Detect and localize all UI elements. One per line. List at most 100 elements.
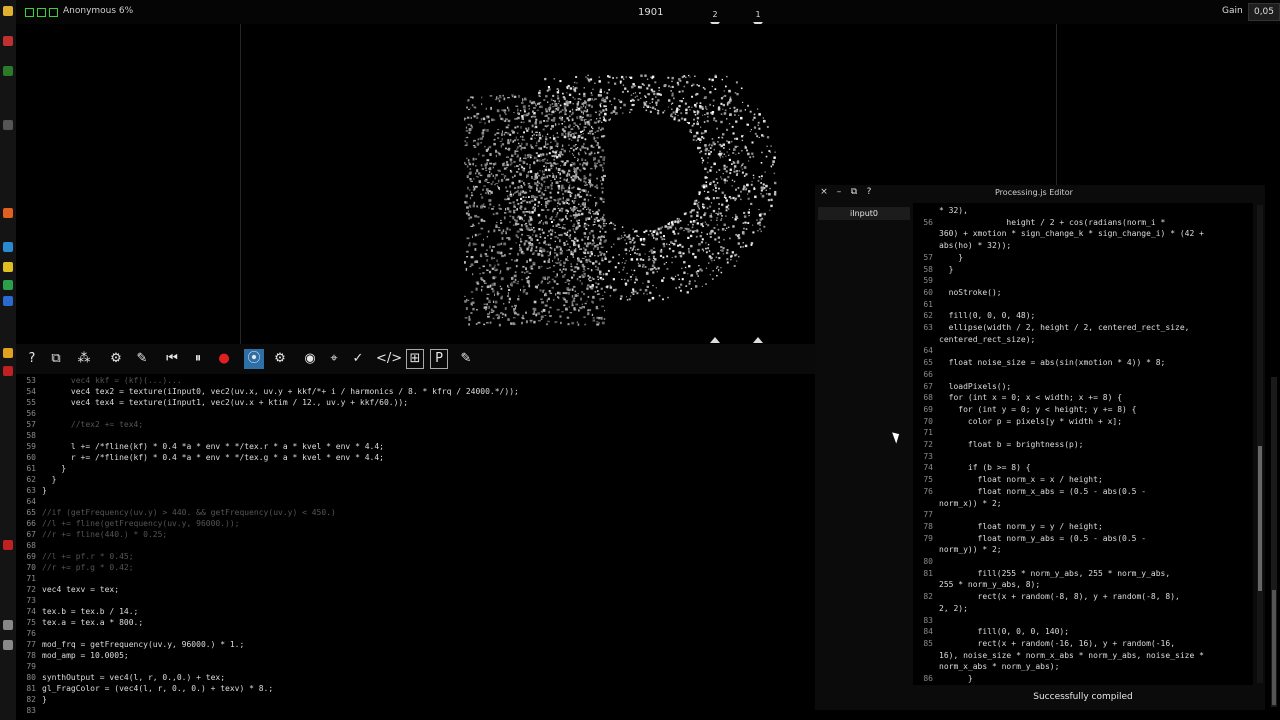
code-line: 76 float norm_x_abs = (0.5 - abs(0.5 - [913, 486, 1253, 497]
line-text: vec4 kkf = (kf)(...)... [42, 376, 182, 385]
line-text: } [939, 252, 964, 262]
line-text: } [42, 695, 47, 704]
app-icon[interactable] [3, 36, 13, 46]
line-number: 58 [923, 264, 933, 274]
line-text: //if (getFrequency(uv.y) > 440. && getFr… [42, 508, 336, 517]
line-text: vec4 tex2 = texture(iInput0, vec2(uv.x, … [42, 387, 519, 396]
skip-back-icon[interactable]: ⏮ [162, 349, 182, 369]
code-icon[interactable]: </> [376, 349, 402, 369]
code-line: 66 //l += fline(getFrequency(uv.y, 96000.… [16, 518, 239, 529]
app-icon[interactable] [3, 348, 13, 358]
windows-icon[interactable]: ⧉ [46, 349, 66, 369]
line-number: 54 [26, 387, 36, 396]
code-line: 63 ellipse(width / 2, height / 2, center… [913, 322, 1253, 333]
window-toggle-icon[interactable] [25, 8, 34, 17]
code-line: 58 [16, 430, 42, 441]
toolbar: ? ⧉ ⁂ ⚙ ✎ ⏮ ⏸ ● ⦿ ⚙ ◉ ⌖ ✓ </> ⊞ P ✎ [16, 344, 816, 374]
add-icon[interactable]: ⊞ [406, 349, 424, 369]
line-text: //r += pf.g * 0.42; [42, 563, 134, 572]
help-icon[interactable]: ? [863, 186, 875, 198]
line-number: 69 [923, 404, 933, 414]
code-line: 70 //r += pf.g * 0.42; [16, 562, 134, 573]
app-icon[interactable] [3, 296, 13, 306]
window-toggle-icon[interactable] [37, 8, 46, 17]
settings-icon[interactable]: ⚙ [270, 349, 290, 369]
line-text: } [939, 264, 954, 274]
line-text: norm_x_abs * norm_y_abs); [939, 662, 1060, 672]
code-line: 75 tex.a = tex.a * 800.; [16, 617, 143, 628]
restore-icon[interactable]: ⧉ [848, 186, 860, 198]
line-text: 2, 2); [939, 603, 968, 613]
gear-icon[interactable]: ⚙ [106, 349, 126, 369]
app-icon[interactable] [3, 262, 13, 272]
line-text: mod_frq = getFrequency(uv.y, 96000.) * 1… [42, 640, 245, 649]
scrollbar-thumb[interactable] [1272, 590, 1276, 705]
check-icon[interactable]: ✓ [348, 349, 368, 369]
code-line: 83 [913, 615, 1253, 626]
code-line: 58 } [913, 264, 1253, 275]
code-line: 81 gl_FragColor = (vec4(l, r, 0., 0.) + t… [16, 683, 273, 694]
tab-iinput0[interactable]: iInput0 [818, 207, 910, 220]
line-text: float norm_y_abs = (0.5 - abs(0.5 - [939, 533, 1147, 543]
code-line: 62 fill(0, 0, 0, 48); [913, 310, 1253, 321]
scrollbar-thumb[interactable] [1258, 446, 1262, 591]
close-icon[interactable]: × [818, 186, 830, 198]
marker-handle-icon[interactable] [753, 337, 763, 343]
code-line: 72 vec4 texv = tex; [16, 584, 119, 595]
record-icon[interactable]: ● [214, 349, 234, 369]
code-line: 79 [16, 661, 42, 672]
firefox-icon[interactable] [3, 208, 13, 218]
code-line: 78 float norm_y = y / height; [913, 521, 1253, 532]
brush-icon[interactable]: ✎ [132, 349, 152, 369]
line-number: 82 [26, 695, 36, 704]
code-line: 16), noise_size * norm_x_abs * norm_y_ab… [913, 650, 1253, 661]
app-icon[interactable] [3, 280, 13, 290]
line-number: 73 [923, 451, 933, 461]
line-text: } [42, 486, 47, 495]
code-line: 74 tex.b = tex.b / 14.; [16, 606, 138, 617]
code-line: * 32), [913, 205, 1253, 216]
processing-code[interactable]: * 32), 56 height / 2 + cos(radians(norm_i… [913, 203, 1253, 685]
line-text: //l += pf.r * 0.45; [42, 552, 134, 561]
status-message: Successfully compiled [1033, 692, 1133, 702]
app-icon[interactable] [3, 120, 13, 130]
app-icon[interactable] [3, 66, 13, 76]
people-icon[interactable]: ⁂ [74, 349, 94, 369]
processing-icon[interactable]: P [430, 349, 448, 369]
volume-icon[interactable] [3, 640, 13, 650]
waveform-icon[interactable]: ⦿ [244, 349, 264, 369]
line-text: float b = brightness(p); [939, 440, 1084, 449]
minimize-icon[interactable]: – [833, 186, 845, 198]
app-icon[interactable] [3, 540, 13, 550]
app-icon[interactable] [3, 242, 13, 252]
app-icon[interactable] [3, 620, 13, 630]
line-number: 68 [26, 541, 36, 550]
app-icon[interactable] [3, 366, 13, 376]
line-number: 56 [923, 217, 933, 227]
marker-handle-icon[interactable] [710, 337, 720, 343]
app-icon[interactable] [3, 6, 13, 16]
brush-icon[interactable]: ✎ [456, 349, 476, 369]
code-line: 59 [913, 275, 1253, 286]
line-number: 56 [26, 409, 36, 418]
code-line: 72 float b = brightness(p); [913, 439, 1253, 450]
gain-input[interactable]: 0,05 [1248, 3, 1280, 21]
scrollbar[interactable] [1257, 205, 1263, 683]
line-text: vec4 tex4 = texture(iInput1, vec2(uv.x +… [42, 398, 409, 407]
line-number: 53 [26, 376, 36, 385]
line-text: //r += fline(440.) * 0.25; [42, 530, 168, 539]
window-toggle-icon[interactable] [49, 8, 58, 17]
line-text: fill(0, 0, 0, 48); [939, 311, 1036, 321]
line-number: 64 [26, 497, 36, 506]
shader-code-editor[interactable]: 53 vec4 kkf = (kf)(...)... 54 vec4 tex2 =… [16, 374, 816, 720]
code-line: 71 [16, 573, 42, 584]
code-line: 65 //if (getFrequency(uv.y) > 440. && get… [16, 507, 336, 518]
binoculars-icon[interactable]: ⌖ [324, 349, 344, 369]
line-number: 76 [26, 629, 36, 638]
eye-icon[interactable]: ◉ [300, 349, 320, 369]
code-line: 63} [16, 485, 47, 496]
code-line: norm_x_abs * norm_y_abs); [913, 661, 1253, 672]
pause-icon[interactable]: ⏸ [188, 349, 208, 369]
help-icon[interactable]: ? [22, 349, 42, 369]
code-line: 64 [16, 496, 42, 507]
